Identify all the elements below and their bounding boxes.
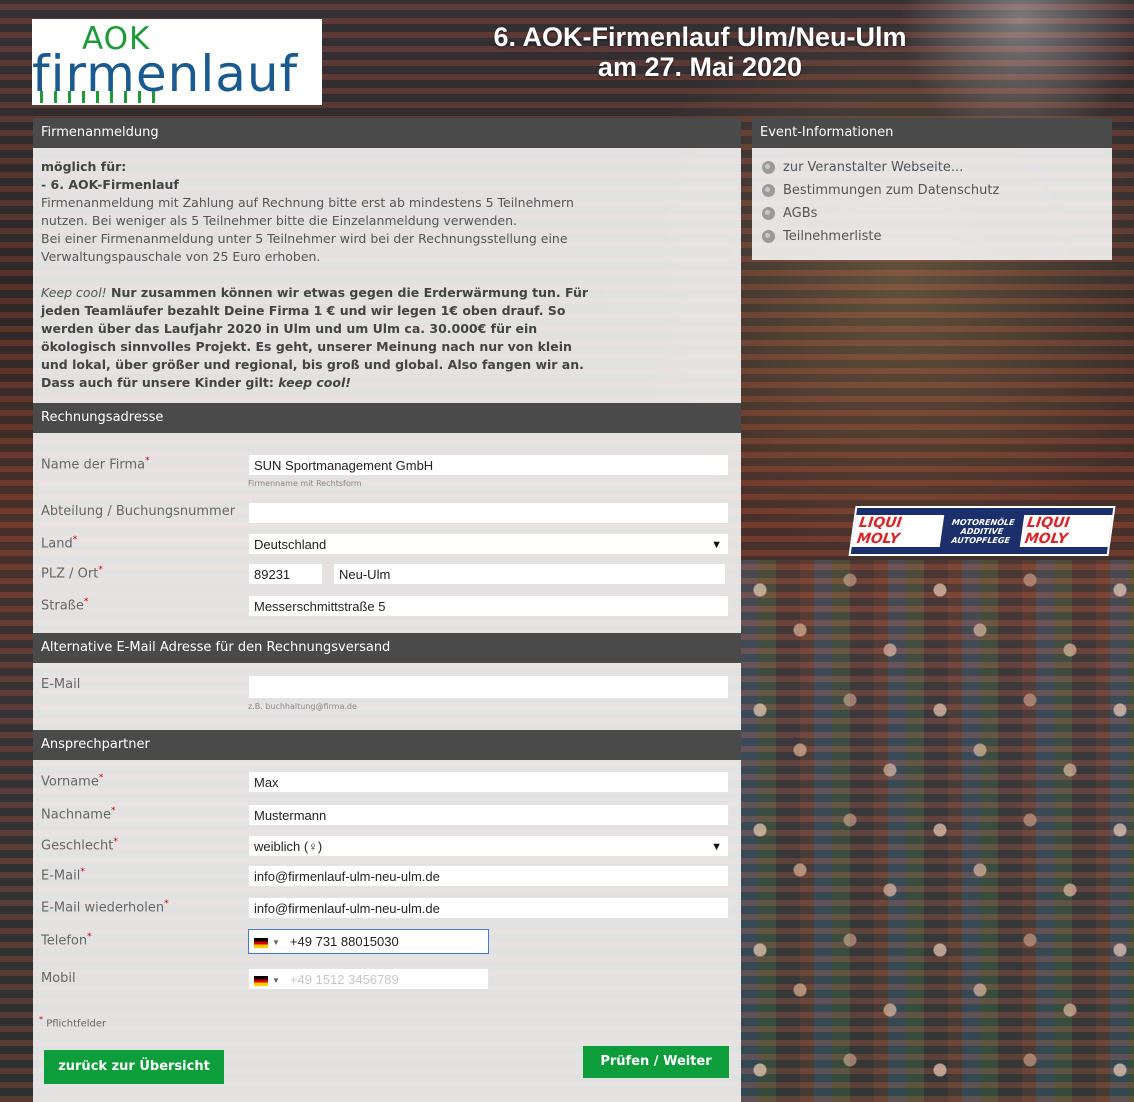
info-link-datenschutz[interactable]: Bestimmungen zum Datenschutz	[762, 179, 1102, 202]
email-repeat-label: E-Mail wiederholen*	[41, 899, 169, 916]
back-to-overview-button[interactable]: zurück zur Übersicht	[44, 1050, 224, 1084]
strasse-input[interactable]: Messerschmittstraße 5	[248, 595, 729, 617]
keepcool-italic: Keep cool!	[41, 285, 107, 300]
ansprechpartner-heading: Ansprechpartner	[33, 730, 741, 760]
event-title-line1: 6. AOK-Firmenlauf Ulm/Neu-Ulm	[493, 22, 907, 52]
email-input[interactable]: info@firmenlauf-ulm-neu-ulm.de	[248, 865, 729, 887]
row-abteilung: Abteilung / Buchungsnummer	[33, 500, 741, 532]
intro-line1: Firmenanmeldung mit Zahlung auf Rechnung…	[41, 195, 574, 210]
row-firma: Name der Firma* SUN Sportmanagement GmbH…	[33, 452, 741, 488]
mobil-input[interactable]: ▼ +49 1512 3456789	[248, 968, 489, 990]
email-label: E-Mail*	[41, 867, 85, 884]
telefon-input[interactable]: ▼ +49 731 88015030	[248, 929, 489, 954]
possible-for: möglich für:	[41, 159, 127, 174]
check-continue-button[interactable]: Prüfen / Weiter	[583, 1046, 729, 1078]
logo-bars	[40, 91, 160, 103]
firma-input[interactable]: SUN Sportmanagement GmbH	[248, 454, 729, 476]
bullet-icon	[762, 161, 775, 174]
land-select-value: Deutschland	[254, 537, 327, 552]
info-link-label: Bestimmungen zum Datenschutz	[783, 183, 1000, 198]
sponsor-banner: LIQUI MOLY MOTORENÖLE ADDITIVE AUTOPFLEG…	[848, 506, 1116, 556]
nachname-label: Nachname*	[41, 806, 116, 823]
firma-label: Name der Firma*	[41, 456, 150, 473]
row-strasse: Straße* Messerschmittstraße 5	[33, 593, 741, 625]
intro-text: möglich für: - 6. AOK-Firmenlauf Firmena…	[33, 148, 741, 412]
info-link-label: zur Veranstalter Webseite...	[783, 160, 964, 175]
geschlecht-label: Geschlecht*	[41, 837, 118, 854]
keepcool-end: keep cool!	[278, 375, 351, 390]
event-info-panel: Event-Informationen zur Veranstalter Web…	[752, 118, 1112, 260]
row-telefon: Telefon* ▼ +49 731 88015030	[33, 928, 741, 960]
firma-hint: Firmenname mit Rechtsform	[248, 479, 362, 488]
info-link-agbs[interactable]: AGBs	[762, 202, 1102, 225]
land-select[interactable]: Deutschland ▼	[248, 533, 729, 555]
bullet-icon	[762, 207, 775, 220]
keepcool-paragraph: Keep cool! Nur zusammen können wir etwas…	[41, 284, 596, 392]
banner-left-text: LIQUI MOLY	[851, 515, 945, 547]
row-mobil: Mobil ▼ +49 1512 3456789	[33, 967, 741, 999]
firmenanmeldung-heading: Firmenanmeldung	[33, 118, 741, 148]
telefon-value: +49 731 88015030	[289, 934, 399, 949]
geschlecht-select-value: weiblich (♀)	[254, 839, 323, 854]
rechnungsadresse-heading: Rechnungsadresse	[33, 403, 741, 433]
germany-flag-icon[interactable]	[254, 937, 268, 948]
mobil-label: Mobil	[41, 971, 76, 986]
banner-right-text: LIQUI MOLY	[1019, 515, 1113, 547]
row-geschlecht: Geschlecht* weiblich (♀) ▼	[33, 833, 741, 865]
row-nachname: Nachname* Mustermann	[33, 802, 741, 834]
geschlecht-select[interactable]: weiblich (♀) ▼	[248, 835, 729, 857]
info-link-label: AGBs	[783, 206, 818, 221]
intro-line2: nutzen. Bei weniger als 5 Teilnehmer bit…	[41, 213, 517, 228]
ort-input[interactable]: Neu-Ulm	[333, 563, 726, 585]
event-info-list: zur Veranstalter Webseite... Bestimmunge…	[752, 148, 1112, 256]
nachname-input[interactable]: Mustermann	[248, 804, 729, 826]
mobil-placeholder: +49 1512 3456789	[289, 972, 399, 987]
row-land: Land* Deutschland ▼	[33, 531, 741, 563]
plz-input[interactable]: 89231	[248, 563, 323, 585]
banner-mid-text: MOTORENÖLE ADDITIVE AUTOPFLEGE	[950, 517, 1016, 545]
vorname-label: Vorname*	[41, 773, 104, 790]
bullet-icon	[762, 230, 775, 243]
crowd-photo-overlay	[740, 560, 1134, 1102]
intro-line4: Verwaltungspauschale von 25 Euro erhoben…	[41, 249, 321, 264]
info-link-teilnehmerliste[interactable]: Teilnehmerliste	[762, 225, 1102, 248]
required-fields-note: * Pflichtfelder	[39, 1015, 107, 1030]
caret-down-icon[interactable]: ▼	[272, 976, 280, 985]
alt-email-heading: Alternative E-Mail Adresse für den Rechn…	[33, 633, 741, 663]
alt-email-input[interactable]	[248, 675, 729, 699]
abteilung-label: Abteilung / Buchungsnummer	[41, 504, 236, 519]
row-alt-email: E-Mail z.B. buchhaltung@firma.de	[33, 673, 741, 711]
caret-down-icon[interactable]: ▼	[272, 938, 280, 947]
row-vorname: Vorname* Max	[33, 769, 741, 801]
plz-ort-label: PLZ / Ort*	[41, 565, 103, 582]
event-info-heading: Event-Informationen	[752, 118, 1112, 148]
chevron-down-icon: ▼	[711, 841, 722, 853]
intro-line3: Bei einer Firmenanmeldung unter 5 Teilne…	[41, 231, 568, 246]
email-repeat-input[interactable]: info@firmenlauf-ulm-neu-ulm.de	[248, 897, 729, 919]
registration-panel: Firmenanmeldung möglich für: - 6. AOK-Fi…	[33, 118, 741, 1102]
aok-firmenlauf-logo[interactable]: AOK firmenlauf	[32, 19, 322, 105]
row-email: E-Mail* info@firmenlauf-ulm-neu-ulm.de	[33, 863, 741, 895]
row-email-repeat: E-Mail wiederholen* info@firmenlauf-ulm-…	[33, 895, 741, 927]
info-link-label: Teilnehmerliste	[783, 229, 882, 244]
strasse-label: Straße*	[41, 597, 89, 614]
event-title-line2: am 27. Mai 2020	[597, 52, 803, 82]
alt-email-hint: z.B. buchhaltung@firma.de	[248, 702, 357, 711]
alt-email-label: E-Mail	[41, 677, 81, 692]
chevron-down-icon: ▼	[711, 539, 722, 551]
telefon-label: Telefon*	[41, 932, 92, 949]
land-label: Land*	[41, 535, 78, 552]
row-plz-ort: PLZ / Ort* 89231 Neu-Ulm	[33, 561, 741, 593]
event-name: - 6. AOK-Firmenlauf	[41, 177, 179, 192]
vorname-input[interactable]: Max	[248, 771, 729, 793]
abteilung-input[interactable]	[248, 502, 729, 524]
event-title: 6. AOK-Firmenlauf Ulm/Neu-Ulm am 27. Mai…	[420, 22, 980, 82]
germany-flag-icon[interactable]	[254, 975, 268, 986]
info-link-veranstalter[interactable]: zur Veranstalter Webseite...	[762, 156, 1102, 179]
bullet-icon	[762, 184, 775, 197]
